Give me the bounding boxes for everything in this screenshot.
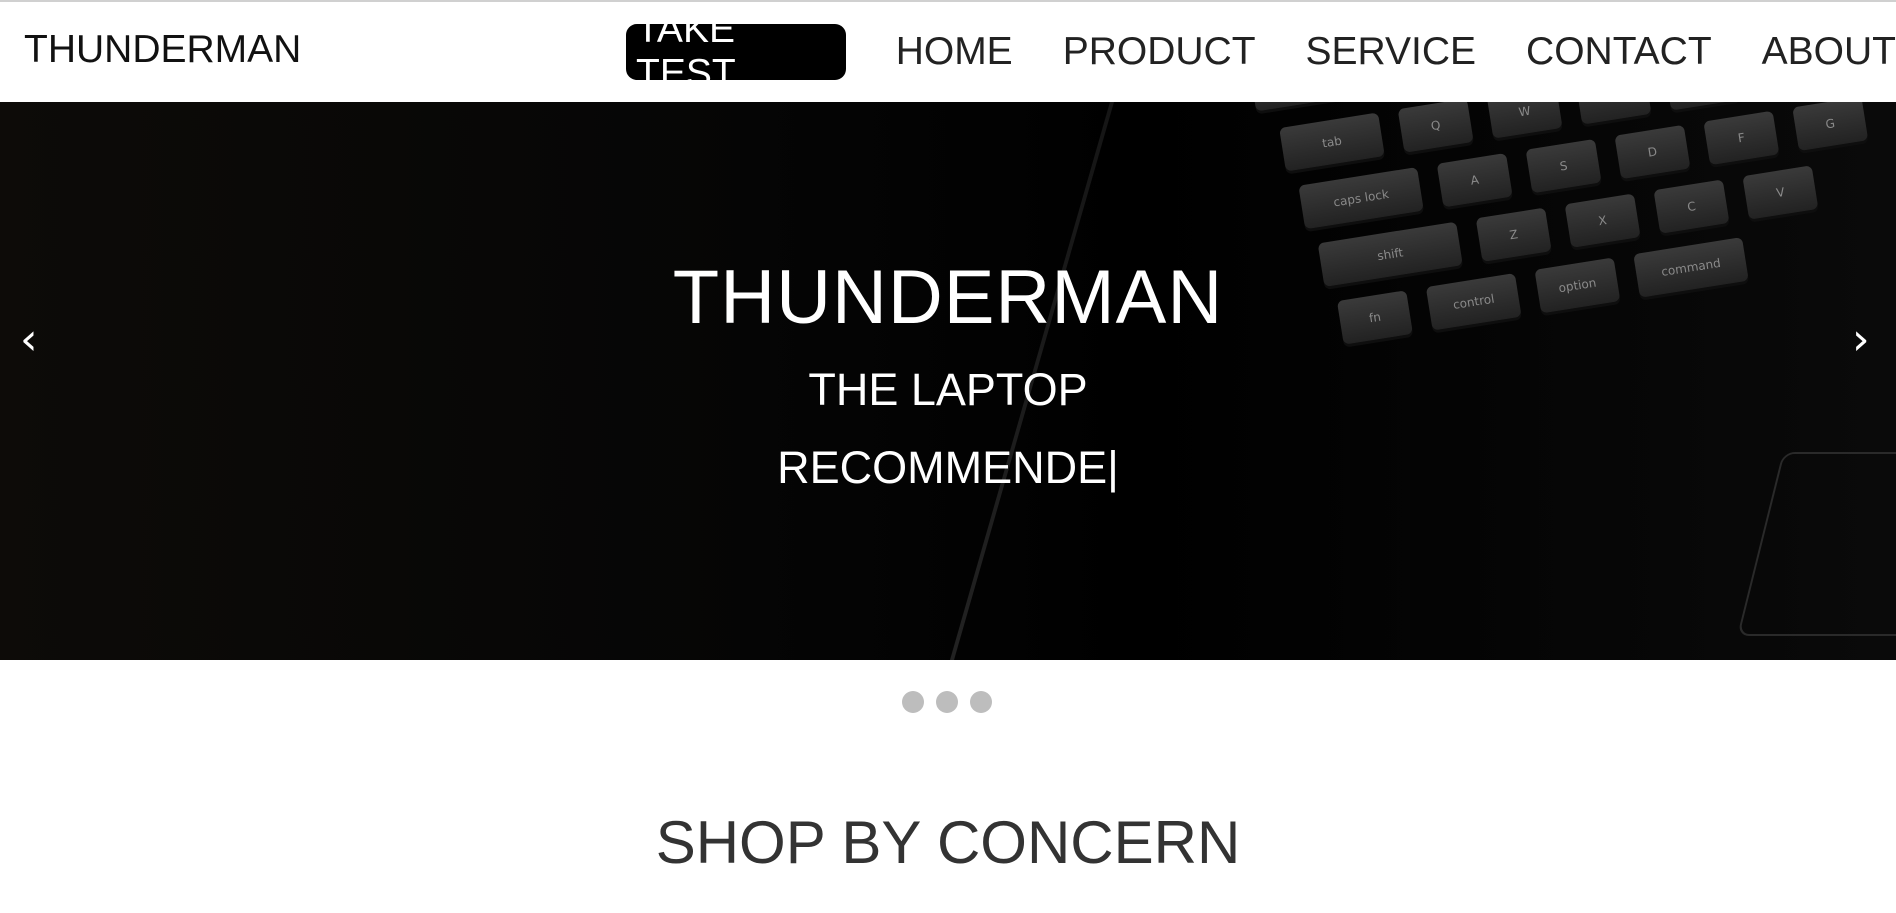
keyboard-key: W bbox=[1486, 102, 1563, 139]
take-test-button[interactable]: TAKE TEST bbox=[626, 8, 846, 95]
carousel-indicators bbox=[902, 691, 1004, 713]
keyboard-key: X bbox=[1564, 193, 1641, 248]
keyboard-key: S bbox=[1525, 138, 1602, 194]
keyboard-key: C bbox=[1653, 179, 1730, 234]
nav-link-home[interactable]: HOME bbox=[896, 30, 1013, 74]
brand-logo[interactable]: THUNDERMAN bbox=[24, 28, 301, 72]
nav-link-contact[interactable]: CONTACT bbox=[1526, 30, 1712, 74]
nav-link-about[interactable]: ABOUT bbox=[1762, 30, 1896, 74]
keyboard-key: D bbox=[1614, 124, 1691, 180]
prev-slide-arrow-icon[interactable]: ‹ bbox=[20, 314, 38, 365]
nav-link-service[interactable]: SERVICE bbox=[1306, 30, 1477, 74]
keyboard-key: tab bbox=[1279, 112, 1385, 172]
keyboard-key: V bbox=[1742, 165, 1819, 220]
carousel-dot[interactable] bbox=[970, 691, 992, 713]
keyboard-key: esc bbox=[1251, 102, 1351, 112]
carousel-dot[interactable] bbox=[902, 691, 924, 713]
keyboard-key: F bbox=[1703, 110, 1780, 166]
navbar: THUNDERMAN TAKE TEST HOME PRODUCT SERVIC… bbox=[0, 2, 1896, 102]
hero-typed-text: RECOMMENDE| bbox=[777, 442, 1119, 493]
keyboard-key: Q bbox=[1397, 102, 1474, 153]
nav-link-product[interactable]: PRODUCT bbox=[1063, 30, 1256, 74]
keyboard-key: caps lock bbox=[1298, 167, 1424, 230]
keyboard-key: A bbox=[1436, 152, 1513, 208]
hero-subtitle: THE LAPTOP bbox=[808, 364, 1088, 415]
next-slide-arrow-icon[interactable]: › bbox=[1852, 314, 1870, 365]
keyboard-key: R bbox=[1664, 102, 1741, 111]
keyboard-key: E bbox=[1575, 102, 1652, 125]
hero-carousel: escQWERTtabASDFGcaps lockZXCVshiftfncont… bbox=[0, 102, 1896, 660]
hero-title: THUNDERMAN bbox=[672, 255, 1224, 340]
nav-links: TAKE TEST HOME PRODUCT SERVICE CONTACT A… bbox=[626, 8, 1896, 95]
section-title: SHOP BY CONCERN bbox=[655, 809, 1241, 876]
carousel-dot[interactable] bbox=[936, 691, 958, 713]
keyboard-key: G bbox=[1792, 102, 1869, 152]
